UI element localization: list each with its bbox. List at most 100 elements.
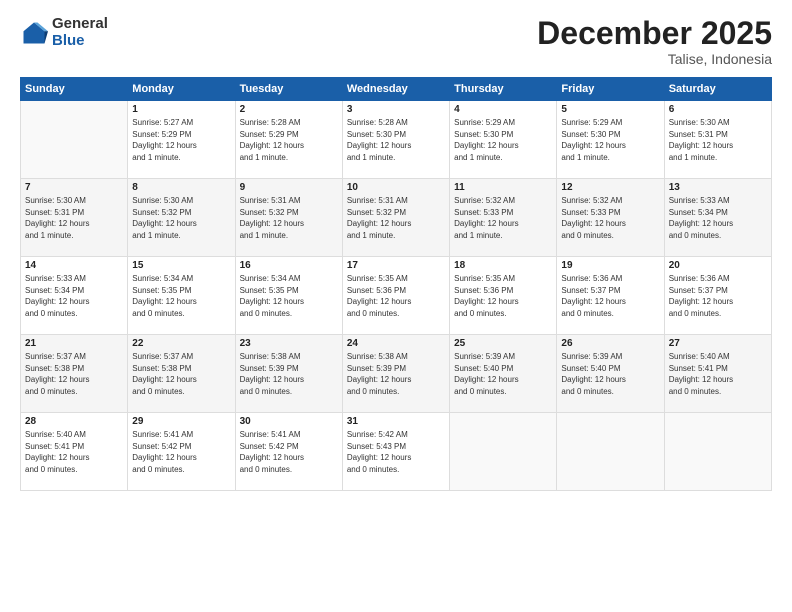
calendar-cell: 21 Sunrise: 5:37 AM Sunset: 5:38 PM Dayli… (21, 335, 128, 413)
calendar-cell: 1 Sunrise: 5:27 AM Sunset: 5:29 PM Daylig… (128, 101, 235, 179)
day-number: 28 (25, 416, 123, 427)
day-info: Sunrise: 5:40 AM Sunset: 5:41 PM Dayligh… (25, 429, 123, 475)
calendar-cell: 20 Sunrise: 5:36 AM Sunset: 5:37 PM Dayli… (664, 257, 771, 335)
week-row-4: 28 Sunrise: 5:40 AM Sunset: 5:41 PM Dayli… (21, 413, 772, 491)
day-number: 12 (561, 182, 659, 193)
day-number: 29 (132, 416, 230, 427)
day-info: Sunrise: 5:31 AM Sunset: 5:32 PM Dayligh… (240, 195, 338, 241)
day-info: Sunrise: 5:28 AM Sunset: 5:29 PM Dayligh… (240, 117, 338, 163)
col-tuesday: Tuesday (235, 78, 342, 101)
day-number: 31 (347, 416, 445, 427)
calendar-cell: 11Sunrise: 5:32 AM Sunset: 5:33 PM Dayli… (450, 179, 557, 257)
month-title: December 2025 (537, 16, 772, 51)
day-number: 14 (25, 260, 123, 271)
day-info: Sunrise: 5:42 AM Sunset: 5:43 PM Dayligh… (347, 429, 445, 475)
day-info: Sunrise: 5:37 AM Sunset: 5:38 PM Dayligh… (132, 351, 230, 397)
logo-text: General Blue (52, 16, 108, 49)
day-number: 23 (240, 338, 338, 349)
calendar-cell: 2 Sunrise: 5:28 AM Sunset: 5:29 PM Daylig… (235, 101, 342, 179)
day-info: Sunrise: 5:34 AM Sunset: 5:35 PM Dayligh… (132, 273, 230, 319)
day-info: Sunrise: 5:36 AM Sunset: 5:37 PM Dayligh… (669, 273, 767, 319)
day-number: 25 (454, 338, 552, 349)
calendar-cell: 19 Sunrise: 5:36 AM Sunset: 5:37 PM Dayli… (557, 257, 664, 335)
day-info: Sunrise: 5:37 AM Sunset: 5:38 PM Dayligh… (25, 351, 123, 397)
day-number: 7 (25, 182, 123, 193)
header: General Blue December 2025 Talise, Indon… (20, 16, 772, 67)
calendar-cell: 16 Sunrise: 5:34 AM Sunset: 5:35 PM Dayli… (235, 257, 342, 335)
day-number: 10 (347, 182, 445, 193)
day-info: Sunrise: 5:31 AM Sunset: 5:32 PM Dayligh… (347, 195, 445, 241)
day-number: 16 (240, 260, 338, 271)
calendar-cell: 28 Sunrise: 5:40 AM Sunset: 5:41 PM Dayli… (21, 413, 128, 491)
day-info: Sunrise: 5:27 AM Sunset: 5:29 PM Dayligh… (132, 117, 230, 163)
calendar-cell: 30Sunrise: 5:41 AM Sunset: 5:42 PM Dayli… (235, 413, 342, 491)
day-info: Sunrise: 5:33 AM Sunset: 5:34 PM Dayligh… (25, 273, 123, 319)
day-number: 9 (240, 182, 338, 193)
day-info: Sunrise: 5:32 AM Sunset: 5:33 PM Dayligh… (561, 195, 659, 241)
day-info: Sunrise: 5:39 AM Sunset: 5:40 PM Dayligh… (561, 351, 659, 397)
logo-blue-text: Blue (52, 33, 108, 50)
calendar-cell: 24Sunrise: 5:38 AM Sunset: 5:39 PM Dayli… (342, 335, 449, 413)
day-info: Sunrise: 5:30 AM Sunset: 5:31 PM Dayligh… (669, 117, 767, 163)
day-number: 21 (25, 338, 123, 349)
calendar-cell: 3Sunrise: 5:28 AM Sunset: 5:30 PM Daylig… (342, 101, 449, 179)
day-info: Sunrise: 5:41 AM Sunset: 5:42 PM Dayligh… (132, 429, 230, 475)
week-row-2: 14 Sunrise: 5:33 AM Sunset: 5:34 PM Dayli… (21, 257, 772, 335)
calendar-cell: 6 Sunrise: 5:30 AM Sunset: 5:31 PM Daylig… (664, 101, 771, 179)
day-info: Sunrise: 5:28 AM Sunset: 5:30 PM Dayligh… (347, 117, 445, 163)
day-number: 8 (132, 182, 230, 193)
header-row: Sunday Monday Tuesday Wednesday Thursday… (21, 78, 772, 101)
calendar-cell: 10 Sunrise: 5:31 AM Sunset: 5:32 PM Dayli… (342, 179, 449, 257)
calendar-cell: 27 Sunrise: 5:40 AM Sunset: 5:41 PM Dayli… (664, 335, 771, 413)
day-number: 26 (561, 338, 659, 349)
day-number: 1 (132, 104, 230, 115)
day-info: Sunrise: 5:33 AM Sunset: 5:34 PM Dayligh… (669, 195, 767, 241)
day-number: 4 (454, 104, 552, 115)
calendar-cell: 26 Sunrise: 5:39 AM Sunset: 5:40 PM Dayli… (557, 335, 664, 413)
day-info: Sunrise: 5:36 AM Sunset: 5:37 PM Dayligh… (561, 273, 659, 319)
calendar-cell (664, 413, 771, 491)
logo: General Blue (20, 16, 108, 49)
day-info: Sunrise: 5:38 AM Sunset: 5:39 PM Dayligh… (240, 351, 338, 397)
calendar-cell (21, 101, 128, 179)
week-row-1: 7Sunrise: 5:30 AM Sunset: 5:31 PM Daylig… (21, 179, 772, 257)
calendar-cell: 9 Sunrise: 5:31 AM Sunset: 5:32 PM Daylig… (235, 179, 342, 257)
day-number: 6 (669, 104, 767, 115)
day-number: 18 (454, 260, 552, 271)
calendar-cell: 18Sunrise: 5:35 AM Sunset: 5:36 PM Dayli… (450, 257, 557, 335)
day-number: 19 (561, 260, 659, 271)
day-info: Sunrise: 5:39 AM Sunset: 5:40 PM Dayligh… (454, 351, 552, 397)
col-monday: Monday (128, 78, 235, 101)
day-number: 13 (669, 182, 767, 193)
col-friday: Friday (557, 78, 664, 101)
calendar-cell (557, 413, 664, 491)
calendar-table: Sunday Monday Tuesday Wednesday Thursday… (20, 77, 772, 491)
logo-general-text: General (52, 16, 108, 33)
calendar-cell: 17Sunrise: 5:35 AM Sunset: 5:36 PM Dayli… (342, 257, 449, 335)
calendar-cell: 4Sunrise: 5:29 AM Sunset: 5:30 PM Daylig… (450, 101, 557, 179)
day-number: 11 (454, 182, 552, 193)
day-info: Sunrise: 5:34 AM Sunset: 5:35 PM Dayligh… (240, 273, 338, 319)
calendar-cell: 25 Sunrise: 5:39 AM Sunset: 5:40 PM Dayli… (450, 335, 557, 413)
day-info: Sunrise: 5:30 AM Sunset: 5:32 PM Dayligh… (132, 195, 230, 241)
week-row-0: 1 Sunrise: 5:27 AM Sunset: 5:29 PM Daylig… (21, 101, 772, 179)
day-number: 2 (240, 104, 338, 115)
day-number: 15 (132, 260, 230, 271)
col-sunday: Sunday (21, 78, 128, 101)
calendar-cell: 15 Sunrise: 5:34 AM Sunset: 5:35 PM Dayli… (128, 257, 235, 335)
day-info: Sunrise: 5:29 AM Sunset: 5:30 PM Dayligh… (561, 117, 659, 163)
calendar-cell: 14 Sunrise: 5:33 AM Sunset: 5:34 PM Dayli… (21, 257, 128, 335)
day-number: 20 (669, 260, 767, 271)
calendar-cell: 7Sunrise: 5:30 AM Sunset: 5:31 PM Daylig… (21, 179, 128, 257)
day-number: 30 (240, 416, 338, 427)
col-thursday: Thursday (450, 78, 557, 101)
calendar-cell: 5 Sunrise: 5:29 AM Sunset: 5:30 PM Daylig… (557, 101, 664, 179)
day-number: 24 (347, 338, 445, 349)
calendar-cell: 13 Sunrise: 5:33 AM Sunset: 5:34 PM Dayli… (664, 179, 771, 257)
day-number: 27 (669, 338, 767, 349)
day-info: Sunrise: 5:40 AM Sunset: 5:41 PM Dayligh… (669, 351, 767, 397)
col-wednesday: Wednesday (342, 78, 449, 101)
logo-icon (20, 19, 48, 47)
location-subtitle: Talise, Indonesia (537, 51, 772, 67)
day-number: 5 (561, 104, 659, 115)
